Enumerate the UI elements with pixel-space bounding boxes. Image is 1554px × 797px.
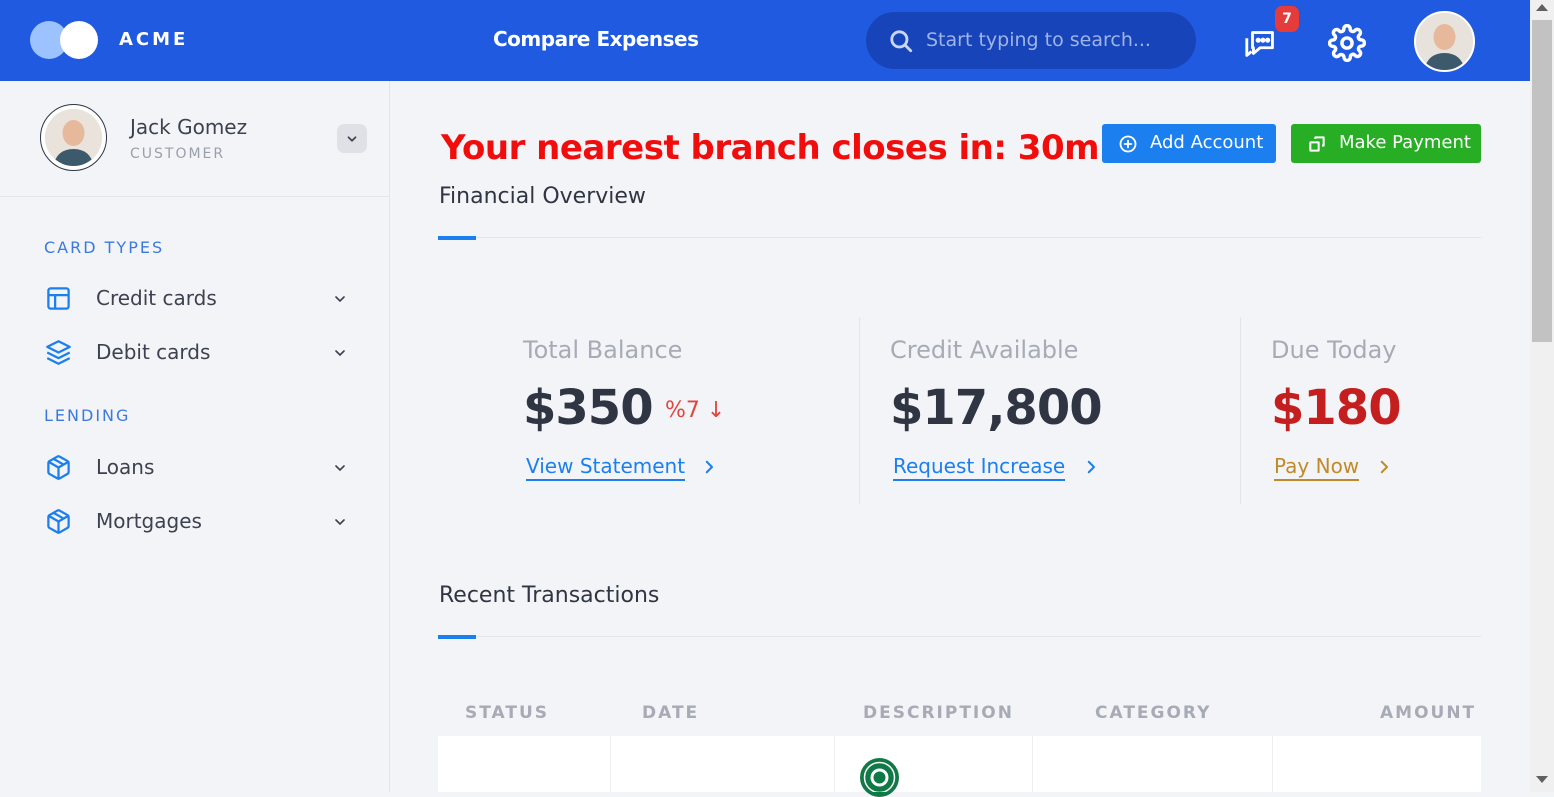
section-accent-bar [438, 236, 476, 240]
top-navbar: ACME Compare Expenses 7 [0, 0, 1530, 81]
sidebar-item-label: Mortgages [96, 509, 202, 533]
page-title: Compare Expenses [493, 27, 699, 51]
avatar-photo [45, 109, 102, 166]
gear-icon[interactable] [1328, 24, 1366, 62]
chevron-down-icon [335, 296, 345, 303]
table-row[interactable] [438, 736, 1481, 792]
financial-overview-title: Financial Overview [439, 184, 646, 209]
branch-countdown: Your nearest branch closes in: 30m 5s [441, 128, 1154, 168]
merchant-logo-icon [860, 758, 899, 797]
profile-avatar[interactable] [40, 104, 107, 171]
total-balance-value: $350 [523, 380, 654, 436]
sidebar-item-label: Credit cards [96, 286, 217, 310]
profile-dropdown-button[interactable] [337, 124, 367, 153]
notification-badge: 7 [1275, 6, 1299, 32]
sidebar-item-mortgages[interactable]: Mortgages [0, 496, 389, 546]
acme-logo[interactable] [30, 21, 100, 59]
make-payment-button[interactable]: Make Payment [1291, 124, 1481, 163]
request-increase-link[interactable]: Request Increase [893, 454, 1066, 481]
cell-divider [834, 736, 835, 792]
sidebar-item-label: Debit cards [96, 340, 211, 364]
copy-icon [1309, 136, 1325, 152]
logo-circle-right [60, 21, 98, 59]
sidebar-item-loans[interactable]: Loans [0, 442, 389, 492]
add-account-label: Add Account [1150, 132, 1264, 153]
section-label-card-types: CARD TYPES [44, 238, 165, 257]
scroll-down-arrow[interactable] [1536, 776, 1548, 783]
balance-change-indicator: %7 ↓ [665, 398, 726, 423]
chevron-down-icon [335, 519, 345, 526]
recent-transactions-title: Recent Transactions [439, 583, 660, 608]
section-label-lending: LENDING [44, 406, 131, 425]
column-header-amount[interactable]: AMOUNT [1380, 703, 1476, 723]
plus-circle-icon [1119, 135, 1137, 153]
chevron-down-icon [335, 465, 345, 472]
layout-icon [47, 287, 70, 310]
profile-avatar-photo [45, 109, 102, 166]
cell-divider [610, 736, 611, 792]
scroll-up-arrow[interactable] [1536, 4, 1548, 11]
brand-name: ACME [119, 29, 189, 50]
layers-icon [46, 340, 71, 365]
messages-icon[interactable] [1243, 24, 1281, 62]
make-payment-label: Make Payment [1339, 132, 1471, 153]
total-balance-label: Total Balance [523, 336, 683, 364]
avatar-photo [1416, 13, 1473, 70]
view-statement-link[interactable]: View Statement [526, 454, 686, 481]
sidebar-item-label: Loans [96, 455, 155, 479]
due-today-value: $180 [1271, 380, 1402, 436]
cell-divider [1032, 736, 1033, 792]
pay-now-link[interactable]: Pay Now [1274, 454, 1360, 481]
section-accent-bar [438, 635, 476, 639]
column-header-description[interactable]: DESCRIPTION [863, 703, 1014, 723]
user-name: Jack Gomez [130, 115, 248, 139]
credit-available-label: Credit Available [890, 336, 1079, 364]
section-divider [438, 237, 1481, 238]
due-today-label: Due Today [1271, 336, 1397, 364]
package-icon [47, 509, 70, 534]
sidebar-item-credit-cards[interactable]: Credit cards [0, 273, 389, 323]
add-account-button[interactable]: Add Account [1102, 124, 1276, 163]
sidebar-item-debit-cards[interactable]: Debit cards [0, 327, 389, 377]
search-icon [890, 30, 913, 53]
user-avatar[interactable] [1414, 11, 1475, 72]
section-divider [438, 636, 1481, 637]
chevron-right-icon[interactable] [700, 458, 718, 476]
package-icon [47, 455, 70, 480]
credit-available-value: $17,800 [890, 380, 1103, 436]
user-role: CUSTOMER [130, 146, 226, 162]
sidebar: Jack Gomez CUSTOMER CARD TYPES Credit ca… [0, 81, 390, 792]
column-header-date[interactable]: DATE [642, 703, 699, 723]
chevron-down-icon [335, 350, 345, 357]
search-input[interactable] [926, 24, 1176, 56]
profile-card: Jack Gomez CUSTOMER [0, 81, 389, 197]
chevron-down-icon [347, 135, 357, 142]
stat-divider [1240, 317, 1241, 504]
column-header-category[interactable]: CATEGORY [1095, 703, 1211, 723]
chevron-right-icon[interactable] [1082, 458, 1100, 476]
column-header-status[interactable]: STATUS [465, 703, 549, 723]
coffee-logo-icon [863, 761, 896, 794]
chevron-right-icon[interactable] [1375, 458, 1393, 476]
scrollbar-thumb[interactable] [1532, 20, 1552, 342]
search-bar [866, 12, 1196, 69]
cell-divider [1272, 736, 1273, 792]
stat-divider [859, 317, 860, 504]
